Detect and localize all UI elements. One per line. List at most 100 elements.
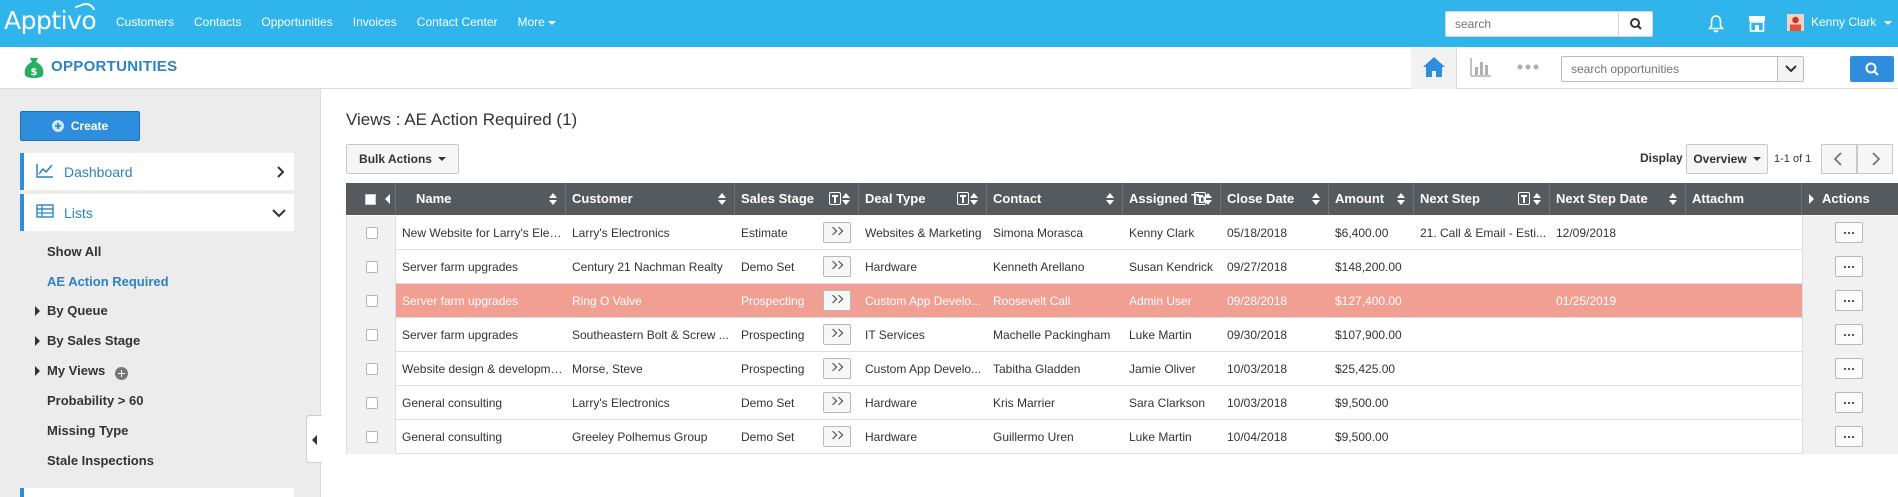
column-header-deal-type[interactable]: Deal Type [859,183,987,215]
sort-icon[interactable] [1106,193,1114,205]
nav-invoices[interactable]: Invoices [353,15,397,29]
row-checkbox[interactable] [366,295,378,307]
sort-icon[interactable] [970,193,978,205]
opportunity-search-button[interactable] [1850,56,1894,82]
table-row[interactable]: New Website for Larry's Electronics Larry… [346,216,1898,250]
nav-more[interactable]: More [518,15,556,29]
row-actions-menu-button[interactable] [1835,324,1863,345]
row-checkbox[interactable] [366,397,378,409]
sort-icon[interactable] [1204,193,1212,205]
sort-icon[interactable] [842,193,850,205]
filter-icon[interactable] [1518,192,1530,205]
create-button[interactable]: Create [20,111,140,141]
nav-contact-center[interactable]: Contact Center [417,15,498,29]
column-header-close-date[interactable]: Close Date [1221,183,1329,215]
sort-icon[interactable] [1312,193,1320,205]
cell-name[interactable]: General consulting [396,420,566,454]
avatar[interactable] [1787,14,1804,31]
next-page-button[interactable] [1857,144,1893,174]
display-select[interactable]: Overview [1686,144,1768,174]
cell-name[interactable]: Server farm upgrades [396,318,566,352]
sidebar-panel-partial[interactable] [20,488,294,497]
sort-icon[interactable] [1533,193,1541,205]
expand-arrow-icon[interactable] [35,306,40,316]
row-actions-menu-button[interactable] [1835,290,1863,311]
user-name[interactable]: Kenny Clark [1811,15,1876,29]
store-icon[interactable] [1748,15,1766,32]
column-header-sales-stage[interactable]: Sales Stage [735,183,859,215]
row-actions-menu-button[interactable] [1835,426,1863,447]
sidebar-item-missing-type[interactable]: Missing Type [47,423,128,438]
sort-icon[interactable] [718,193,726,205]
expand-arrow-icon[interactable] [35,366,40,376]
expand-arrow-icon[interactable] [35,336,40,346]
column-header-contact[interactable]: Contact [987,183,1123,215]
sidebar-item-probability[interactable]: Probability > 60 [47,393,143,408]
prev-page-button[interactable] [1821,144,1857,174]
sidebar-item-show-all[interactable]: Show All [47,244,101,259]
table-row[interactable]: General consulting Larry's Electronics Dem… [346,386,1898,420]
sort-icon[interactable] [549,193,557,205]
collapse-columns-icon[interactable] [385,194,390,204]
cell-name[interactable]: Website design & development [396,352,566,386]
row-checkbox[interactable] [366,329,378,341]
cell-name[interactable]: General consulting [396,386,566,420]
sidebar-item-my-views[interactable]: My Views [47,363,105,378]
select-all-checkbox[interactable] [365,194,376,205]
add-view-icon[interactable] [115,367,128,380]
home-icon[interactable] [1422,56,1446,78]
table-row[interactable]: Server farm upgrades Century 21 Nachman R… [346,250,1898,284]
row-checkbox[interactable] [366,363,378,375]
opportunity-search-input[interactable] [1562,57,1772,81]
cell-name[interactable]: New Website for Larry's Electronics [396,216,566,250]
row-checkbox[interactable] [366,431,378,443]
sidebar-item-stale-inspections[interactable]: Stale Inspections [47,453,154,468]
row-actions-menu-button[interactable] [1835,358,1863,379]
advance-stage-button[interactable] [823,324,851,345]
advance-stage-button[interactable] [823,256,851,277]
advance-stage-button[interactable] [823,290,851,311]
global-search-button[interactable] [1618,12,1652,36]
sort-icon[interactable] [1669,193,1677,205]
row-actions-menu-button[interactable] [1835,392,1863,413]
advance-stage-button[interactable] [823,426,851,447]
column-header-customer[interactable]: Customer [566,183,735,215]
user-menu-caret-icon[interactable] [1884,21,1892,25]
advance-stage-button[interactable] [823,222,851,243]
nav-customers[interactable]: Customers [116,15,174,29]
row-actions-menu-button[interactable] [1835,256,1863,277]
cell-name[interactable]: Server farm upgrades [396,284,566,318]
column-header-next-step-date[interactable]: Next Step Date [1550,183,1686,215]
bulk-actions-button[interactable]: Bulk Actions [346,144,459,174]
advance-stage-button[interactable] [823,392,851,413]
cell-name[interactable]: Server farm upgrades [396,250,566,284]
filter-icon[interactable] [829,192,841,205]
bell-icon[interactable] [1708,15,1724,33]
column-header-attachments[interactable]: Attachm [1686,183,1802,215]
search-filter-dropdown[interactable] [1777,57,1803,81]
sort-icon[interactable] [1397,193,1405,205]
table-row[interactable]: General consulting Greeley Polhemus Group… [346,420,1898,454]
column-header-name[interactable]: Name [396,183,566,215]
nav-opportunities[interactable]: Opportunities [261,15,332,29]
bar-chart-icon[interactable] [1470,57,1492,77]
sidebar-panel-dashboard[interactable]: Dashboard [20,153,294,190]
sidebar-collapse-toggle[interactable] [306,415,322,463]
table-row[interactable]: Website design & development Morse, Steve… [346,352,1898,386]
column-header-assigned-to[interactable]: Assigned To [1123,183,1221,215]
row-checkbox[interactable] [366,261,378,273]
sidebar-item-by-queue[interactable]: By Queue [47,303,108,318]
nav-contacts[interactable]: Contacts [194,15,241,29]
more-dots-icon[interactable] [1517,64,1539,70]
advance-stage-button[interactable] [823,358,851,379]
table-row[interactable]: Server farm upgrades Southeastern Bolt & … [346,318,1898,352]
column-header-amount[interactable]: Amount [1329,183,1414,215]
filter-icon[interactable] [957,192,969,205]
global-search-input[interactable] [1446,12,1616,36]
sidebar-item-ae-action-required[interactable]: AE Action Required [47,274,169,289]
sidebar-panel-lists[interactable]: Lists [20,194,294,231]
sidebar-item-by-sales-stage[interactable]: By Sales Stage [47,333,140,348]
row-checkbox[interactable] [366,227,378,239]
column-header-next-step[interactable]: Next Step [1414,183,1550,215]
row-actions-menu-button[interactable] [1835,222,1863,243]
